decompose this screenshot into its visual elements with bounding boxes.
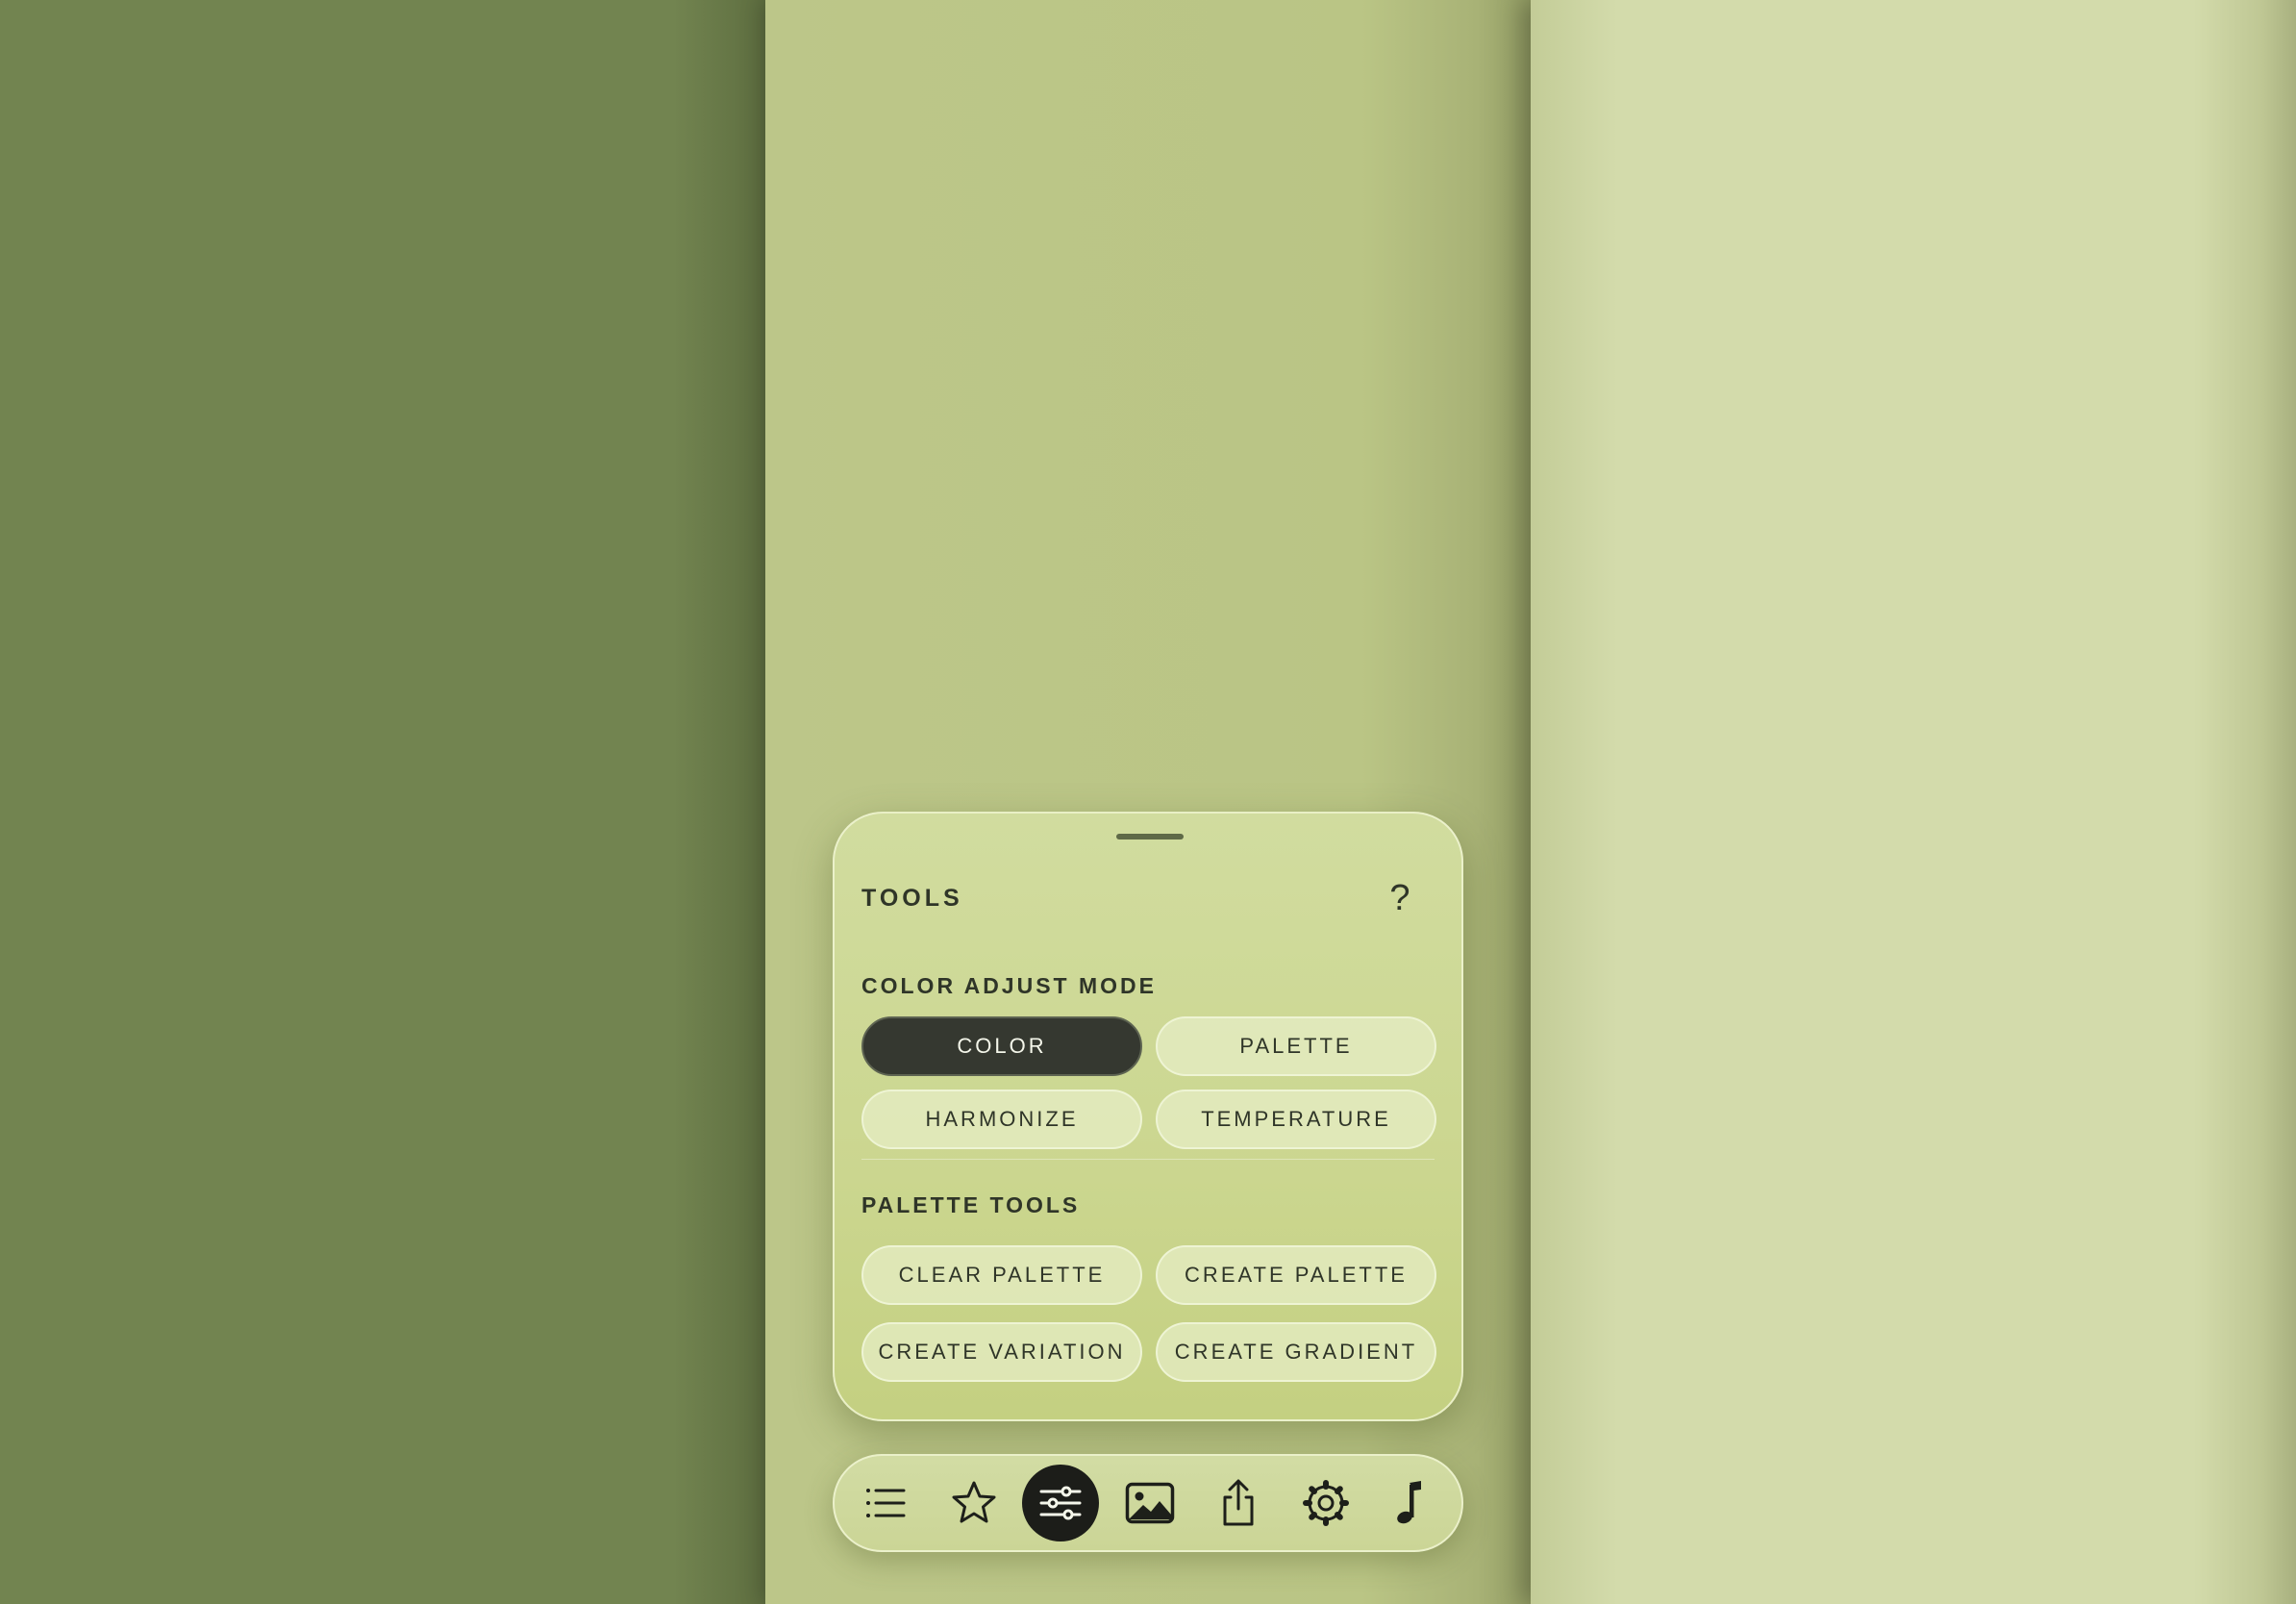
mode-color-button[interactable]: COLOR — [861, 1016, 1142, 1076]
color-swatch-1[interactable] — [0, 0, 765, 1604]
clear-palette-button[interactable]: CLEAR PALETTE — [861, 1245, 1142, 1305]
tools-panel: TOOLS ? COLOR ADJUST MODE COLOR PALETTE … — [833, 812, 1463, 1421]
panel-drag-handle[interactable] — [1116, 834, 1184, 840]
toolbar-favorites-button[interactable] — [936, 1465, 1012, 1541]
section-divider — [861, 1159, 1435, 1160]
image-icon — [1125, 1482, 1175, 1524]
panel-title: TOOLS — [861, 885, 963, 912]
create-palette-button[interactable]: CREATE PALETTE — [1156, 1245, 1436, 1305]
bottom-toolbar — [833, 1454, 1463, 1552]
mode-palette-button[interactable]: PALETTE — [1156, 1016, 1436, 1076]
toolbar-share-button[interactable] — [1200, 1465, 1277, 1541]
mode-harmonize-button[interactable]: HARMONIZE — [861, 1090, 1142, 1149]
music-note-icon — [1397, 1481, 1421, 1524]
toolbar-music-button[interactable] — [1373, 1465, 1450, 1541]
create-gradient-button[interactable]: CREATE GRADIENT — [1156, 1322, 1436, 1382]
gear-icon — [1303, 1480, 1349, 1526]
help-button[interactable]: ? — [1377, 875, 1423, 921]
list-icon — [866, 1489, 906, 1517]
share-icon — [1223, 1479, 1254, 1526]
toolbar-settings-button[interactable] — [1287, 1465, 1364, 1541]
sliders-icon — [1039, 1486, 1082, 1520]
toolbar-adjust-button[interactable] — [1022, 1465, 1099, 1541]
star-icon — [952, 1481, 996, 1523]
color-adjust-mode-label: COLOR ADJUST MODE — [861, 973, 1157, 998]
create-variation-button[interactable]: CREATE VARIATION — [861, 1322, 1142, 1382]
color-swatch-3[interactable] — [1531, 0, 2296, 1604]
palette-tools-label: PALETTE TOOLS — [861, 1192, 1081, 1217]
mode-temperature-button[interactable]: TEMPERATURE — [1156, 1090, 1436, 1149]
toolbar-image-button[interactable] — [1111, 1465, 1188, 1541]
toolbar-list-button[interactable] — [847, 1465, 924, 1541]
